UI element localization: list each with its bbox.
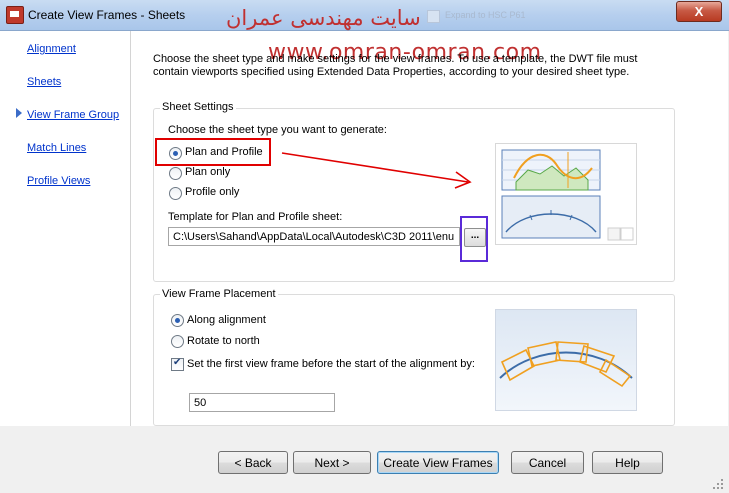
radio-rotate-to-north[interactable]	[171, 335, 184, 348]
radio-along-alignment[interactable]	[171, 314, 184, 327]
resize-grip-icon[interactable]	[712, 478, 724, 490]
title-bar: Create View Frames - Sheets سایت مهندسی …	[0, 0, 729, 31]
watermark-persian: سایت مهندسی عمران	[226, 6, 421, 30]
back-button[interactable]: < Back	[218, 451, 288, 474]
sheet-type-prompt: Choose the sheet type you want to genera…	[168, 124, 387, 136]
template-path-field[interactable]: C:\Users\Sahand\AppData\Local\Autodesk\C…	[168, 227, 460, 246]
radio-profile-only-label[interactable]: Profile only	[185, 186, 239, 198]
next-button[interactable]: Next >	[293, 451, 371, 474]
help-button[interactable]: Help	[592, 451, 663, 474]
close-button[interactable]: X	[676, 1, 722, 22]
sidebar-item-alignment[interactable]: Alignment	[27, 43, 76, 55]
sidebar-item-match-lines[interactable]: Match Lines	[27, 142, 86, 154]
radio-profile-only[interactable]	[169, 187, 182, 200]
template-label: Template for Plan and Profile sheet:	[168, 211, 343, 223]
sheet-settings-title: Sheet Settings	[160, 101, 236, 113]
sidebar: Alignment Sheets View Frame Group Match …	[0, 31, 131, 426]
first-frame-checkbox[interactable]	[171, 357, 184, 371]
annotation-red-box	[155, 138, 271, 166]
ghost-checkbox	[427, 10, 440, 23]
sidebar-item-profile-views[interactable]: Profile Views	[27, 175, 90, 187]
offset-input[interactable]: 50	[189, 393, 335, 412]
cancel-button[interactable]: Cancel	[511, 451, 584, 474]
placement-preview-image	[495, 309, 637, 411]
first-frame-checkbox-label[interactable]: Set the first view frame before the star…	[187, 358, 475, 370]
radio-rotate-to-north-label[interactable]: Rotate to north	[187, 335, 260, 347]
create-view-frames-button[interactable]: Create View Frames	[377, 451, 499, 474]
radio-plan-only[interactable]	[169, 167, 182, 180]
placement-title: View Frame Placement	[160, 288, 278, 300]
window-title: Create View Frames - Sheets	[28, 8, 186, 22]
app-icon	[6, 6, 24, 24]
annotation-red-arrow-icon	[281, 152, 472, 189]
sidebar-item-view-frame-group[interactable]: View Frame Group	[27, 109, 119, 121]
ghost-text: Expand to HSC P61	[445, 10, 526, 20]
current-step-arrow-icon	[16, 108, 22, 118]
sheet-preview-image	[495, 143, 637, 245]
sidebar-item-sheets[interactable]: Sheets	[27, 76, 61, 88]
radio-along-alignment-label[interactable]: Along alignment	[187, 314, 266, 326]
annotation-blue-box	[460, 216, 488, 262]
radio-plan-only-label[interactable]: Plan only	[185, 166, 230, 178]
intro-text: Choose the sheet type and make settings …	[153, 53, 638, 78]
